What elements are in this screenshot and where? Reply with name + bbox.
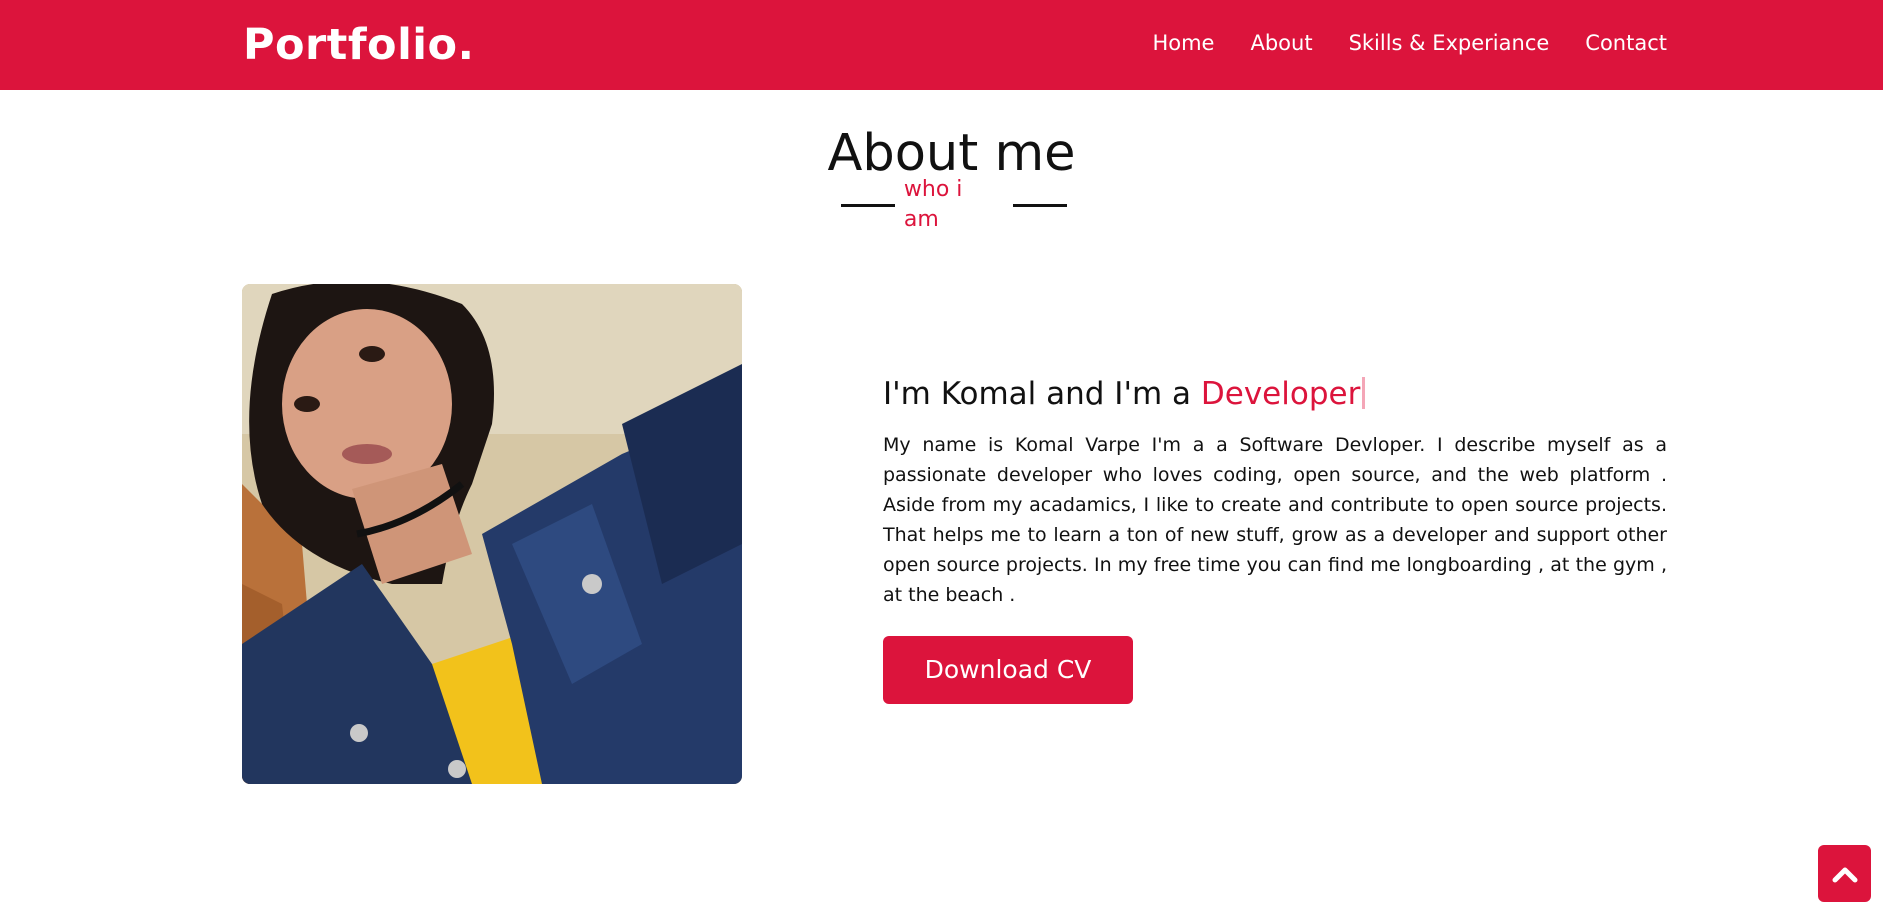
profile-photo bbox=[242, 284, 742, 784]
download-cv-button[interactable]: Download CV bbox=[883, 636, 1133, 704]
nav-item-home[interactable]: Home bbox=[1152, 26, 1214, 60]
typing-cursor bbox=[1362, 377, 1366, 409]
intro-heading: I'm Komal and I'm a Developer bbox=[883, 372, 1667, 416]
typed-role: Developer bbox=[1200, 376, 1361, 412]
nav-item-contact[interactable]: Contact bbox=[1585, 26, 1667, 60]
subtitle-line-right bbox=[1013, 203, 1067, 207]
nav-menu: Home About Skills & Experiance Contact bbox=[1152, 26, 1667, 60]
section-subtitle: who i am bbox=[841, 177, 1067, 232]
subtitle-line-left bbox=[841, 203, 895, 207]
about-text: I'm Komal and I'm a Developer My name is… bbox=[883, 372, 1667, 704]
scroll-top-button[interactable] bbox=[1818, 845, 1871, 902]
nav-item-skills-experience[interactable]: Skills & Experiance bbox=[1349, 26, 1550, 60]
bio-text: My name is Komal Varpe I'm a a Software … bbox=[883, 434, 1667, 606]
subtitle-text: who i am bbox=[903, 177, 963, 232]
intro-prefix: I'm Komal and I'm a bbox=[883, 376, 1201, 412]
navbar: Portfolio. Home About Skills & Experianc… bbox=[0, 0, 1883, 90]
chevron-up-icon bbox=[1832, 867, 1857, 882]
nav-item-about[interactable]: About bbox=[1250, 26, 1312, 60]
logo[interactable]: Portfolio. bbox=[243, 18, 474, 72]
